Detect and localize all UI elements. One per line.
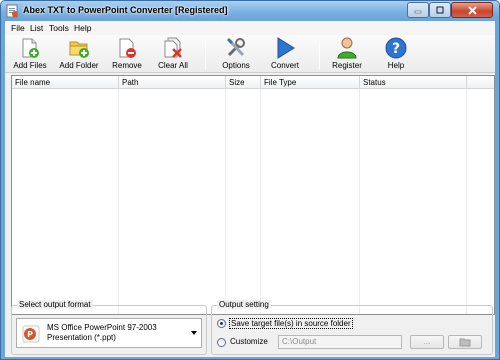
minimize-icon [414,10,422,14]
clear-all-label: Clear All [158,61,188,70]
menu-list[interactable]: List [30,23,43,33]
app-window: Abex TXT to PowerPoint Converter [Regist… [0,0,500,360]
toolbar: Add Files Add Folder Remove Clear All Op… [5,35,495,73]
clear-all-icon [164,37,182,58]
client-area: File List Tools Help Add Files Add Folde… [5,21,495,357]
add-folder-label: Add Folder [59,61,99,70]
output-format-title: Select output format [17,300,93,309]
file-list[interactable]: File name Path Size File Type Status [11,75,495,315]
column-file-name[interactable]: File name [12,76,119,89]
menu-help[interactable]: Help [74,23,91,33]
chevron-down-icon[interactable] [191,331,197,335]
column-path[interactable]: Path [119,76,226,89]
column-divider [118,89,119,314]
menu-bar: File List Tools Help [5,21,495,35]
output-format-value: MS Office PowerPoint 97-2003 Presentatio… [47,323,157,343]
add-files-button[interactable]: Add Files [11,37,49,71]
powerpoint-icon: P [22,325,40,343]
browse-button[interactable]: ... [410,335,444,349]
add-files-icon [22,38,39,58]
radio-customize[interactable] [217,338,226,347]
user-icon [337,37,357,59]
output-setting-title: Output setting [217,300,271,309]
options-button[interactable]: Options [219,37,253,71]
radio-source-folder[interactable] [217,319,226,328]
clear-all-button[interactable]: Clear All [155,37,191,71]
column-divider [260,89,261,314]
help-icon: ? [385,37,407,59]
remove-button[interactable]: Remove [109,37,145,71]
close-button[interactable] [451,2,493,18]
column-size[interactable]: Size [226,76,261,89]
output-format-line1: MS Office PowerPoint 97-2003 [47,323,157,332]
remove-label: Remove [112,61,142,70]
minimize-button[interactable] [407,2,429,18]
column-divider [225,89,226,314]
output-format-select[interactable]: P MS Office PowerPoint 97-2003 Presentat… [16,318,202,348]
close-icon [467,5,477,15]
help-button[interactable]: ? Help [381,37,411,71]
tools-icon [226,37,245,57]
toolbar-separator [319,41,320,69]
svg-text:P: P [27,330,33,339]
add-files-label: Add Files [13,61,47,70]
customize-label[interactable]: Customize [230,337,268,346]
column-divider [359,89,360,314]
convert-button[interactable]: Convert [267,37,303,71]
register-button[interactable]: Register [329,37,365,71]
radio-selected-dot [220,322,223,325]
menu-file[interactable]: File [11,23,25,33]
add-folder-button[interactable]: Add Folder [57,37,101,71]
output-format-line2: Presentation (*.ppt) [47,333,116,342]
play-icon [277,37,295,59]
register-label: Register [332,61,362,70]
app-icon [6,4,18,18]
maximize-button[interactable] [429,2,451,18]
toolbar-separator [205,41,206,69]
file-list-header: File name Path Size File Type Status [12,76,494,89]
menu-tools[interactable]: Tools [49,23,69,33]
output-setting-group: Output setting Save target file(s) in so… [211,300,493,355]
remove-icon [119,38,136,58]
output-path-input[interactable]: C:\Output [278,335,402,349]
help-label: Help [387,61,405,70]
column-file-type[interactable]: File Type [261,76,360,89]
column-divider [466,89,467,314]
output-format-group: Select output format P MS Office PowerPo… [11,300,207,355]
column-status[interactable]: Status [360,76,467,89]
folder-icon [459,338,471,347]
maximize-icon [436,6,444,14]
options-label: Options [222,61,250,70]
convert-label: Convert [270,61,299,70]
window-title: Abex TXT to PowerPoint Converter [Regist… [23,5,228,15]
svg-text:?: ? [392,41,400,57]
open-folder-button[interactable] [448,335,482,349]
title-bar[interactable]: Abex TXT to PowerPoint Converter [Regist… [1,1,499,21]
add-folder-icon [69,41,89,58]
source-folder-label[interactable]: Save target file(s) in source folder [229,318,353,329]
